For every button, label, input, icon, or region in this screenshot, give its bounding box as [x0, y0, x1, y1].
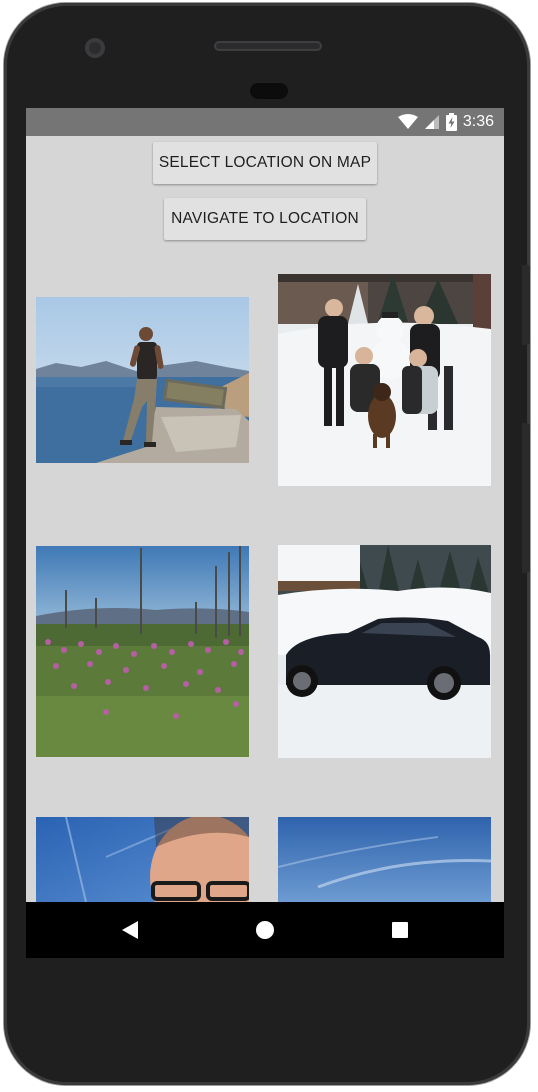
battery-charging-icon [445, 113, 457, 131]
earpiece-speaker [214, 41, 322, 51]
status-bar: 3:36 [26, 108, 504, 136]
home-icon [256, 921, 274, 939]
signal-icon [424, 115, 439, 129]
photo-thumbnail[interactable] [278, 817, 491, 902]
app-screen: 3:36 SELECT LOCATION ON MAP NAVIGATE TO … [26, 108, 504, 958]
photo-thumbnail[interactable] [36, 297, 249, 463]
photo-thumbnail[interactable] [36, 546, 249, 757]
status-time: 3:36 [462, 113, 494, 130]
photo-thumbnail[interactable] [36, 817, 249, 902]
photo-thumbnail[interactable] [278, 545, 491, 758]
select-location-button[interactable]: SELECT LOCATION ON MAP [153, 142, 377, 184]
navigation-bar [26, 902, 504, 958]
back-button[interactable] [100, 902, 160, 958]
front-camera [85, 38, 105, 58]
recents-button[interactable] [370, 902, 430, 958]
wifi-icon [397, 114, 418, 129]
proximity-sensor [250, 83, 288, 99]
photo-thumbnail[interactable] [278, 274, 491, 486]
back-icon [122, 921, 138, 939]
home-button[interactable] [235, 902, 295, 958]
power-button [522, 265, 530, 345]
navigate-to-location-button[interactable]: NAVIGATE TO LOCATION [164, 198, 366, 240]
volume-button [522, 423, 530, 573]
recents-icon [392, 922, 408, 938]
